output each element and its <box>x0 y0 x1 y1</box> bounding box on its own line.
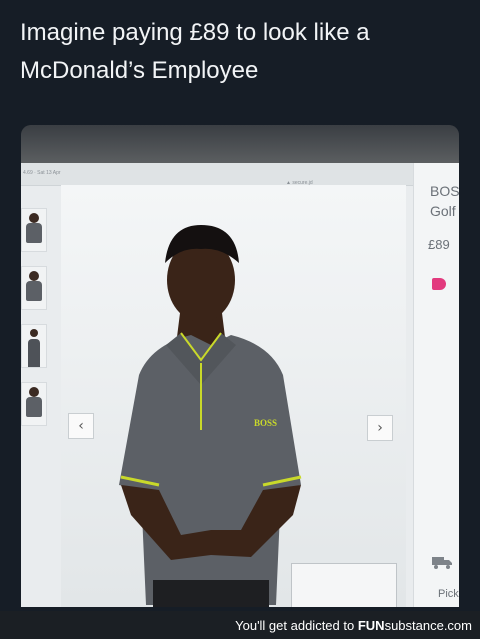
delivery-truck-icon <box>432 557 452 569</box>
footer-text: You'll get addicted to <box>235 618 358 633</box>
photo[interactable]: 4.69 · Sat 13 Apr ▲ secure.jd BOSS ‹ › B… <box>21 125 459 607</box>
thumbnail[interactable] <box>21 324 47 368</box>
previous-image-button[interactable]: ‹ <box>68 413 94 439</box>
site-footer: You'll get addicted to FUNsubstance.com <box>0 611 480 639</box>
model-illustration <box>119 225 302 607</box>
ceiling-background <box>21 125 459 165</box>
product-price: £89 <box>428 237 450 252</box>
product-info-panel: BOS Golf £89 Pick you <box>413 163 459 607</box>
footer-brand-prefix: FUN <box>357 618 385 633</box>
next-image-button[interactable]: › <box>367 415 393 441</box>
footer-tagline[interactable]: You'll get addicted to FUNsubstance.com <box>235 618 472 633</box>
thumbnail[interactable] <box>21 382 47 426</box>
post-caption: Imagine paying £89 to look like a McDona… <box>20 19 370 84</box>
footer-brand-suffix: substance.com <box>384 618 472 633</box>
price-tag-icon <box>432 278 446 290</box>
product-title: BOS Golf <box>430 183 459 219</box>
breadcrumb: 4.69 · Sat 13 Apr <box>23 170 61 176</box>
shop-header-bar: 4.69 · Sat 13 Apr ▲ secure.jd <box>21 163 459 186</box>
size-selector-box[interactable] <box>291 563 397 607</box>
thumbnail-list <box>21 208 47 440</box>
delivery-option-label[interactable]: Pick you <box>438 588 459 600</box>
thumbnail[interactable] <box>21 208 47 252</box>
shirt-logo: BOSS <box>254 418 278 428</box>
thumbnail[interactable] <box>21 266 47 310</box>
product-screen: 4.69 · Sat 13 Apr ▲ secure.jd BOSS ‹ › B… <box>21 163 459 607</box>
product-main-image: BOSS <box>61 185 406 607</box>
